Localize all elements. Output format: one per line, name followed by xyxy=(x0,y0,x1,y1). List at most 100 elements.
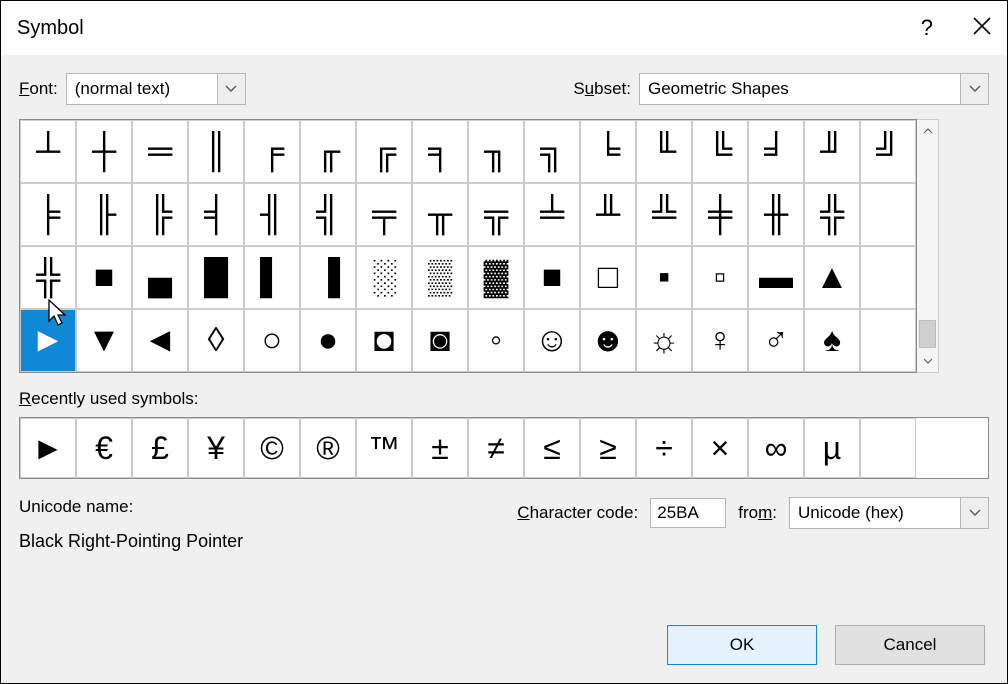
symbol-cell[interactable]: ░ xyxy=(356,246,412,309)
symbol-cell[interactable]: ■ xyxy=(76,246,132,309)
recent-cell[interactable]: ® xyxy=(300,418,356,478)
symbol-cell[interactable]: ╤ xyxy=(356,183,412,246)
symbol-cell[interactable]: ▫ xyxy=(692,246,748,309)
recent-cell[interactable]: ™ xyxy=(356,418,412,478)
scroll-up-icon[interactable] xyxy=(917,120,938,142)
recent-cell[interactable]: ÷ xyxy=(636,418,692,478)
recent-cell[interactable]: ≤ xyxy=(524,418,580,478)
recent-grid[interactable]: ►€£¥©®™±≠≤≥÷×∞µ xyxy=(19,417,989,479)
symbol-cell[interactable]: ▼ xyxy=(76,309,132,372)
symbol-cell[interactable]: ╛ xyxy=(748,120,804,183)
symbol-cell[interactable]: ╠ xyxy=(132,183,188,246)
subset-combo-arrow[interactable] xyxy=(960,74,988,104)
recent-cell[interactable]: ± xyxy=(412,418,468,478)
recent-cell[interactable]: £ xyxy=(132,418,188,478)
font-combo[interactable]: (normal text) xyxy=(66,73,246,105)
symbol-cell[interactable]: □ xyxy=(580,246,636,309)
symbol-cell[interactable]: ■ xyxy=(524,246,580,309)
symbol-cell[interactable]: ▄ xyxy=(132,246,188,309)
symbol-cell[interactable] xyxy=(860,309,916,372)
recent-cell[interactable]: µ xyxy=(804,418,860,478)
help-button[interactable]: ? xyxy=(921,15,933,41)
symbol-cell[interactable]: ╝ xyxy=(860,120,916,183)
symbol-cell[interactable] xyxy=(860,183,916,246)
symbol-cell[interactable]: ╚ xyxy=(692,120,748,183)
scroll-track[interactable] xyxy=(917,142,938,350)
symbol-cell[interactable]: ▬ xyxy=(748,246,804,309)
recent-cell[interactable] xyxy=(860,418,916,478)
close-button[interactable] xyxy=(973,15,991,41)
symbol-cell[interactable]: ║ xyxy=(188,120,244,183)
subset-combo[interactable]: Geometric Shapes xyxy=(639,73,989,105)
symbol-cell[interactable]: ☻ xyxy=(580,309,636,372)
symbol-cell[interactable]: ╦ xyxy=(468,183,524,246)
symbol-cell[interactable]: ┴ xyxy=(20,120,76,183)
symbol-cell[interactable]: ╬ xyxy=(804,183,860,246)
recent-cell[interactable]: ≥ xyxy=(580,418,636,478)
symbol-cell[interactable]: ╣ xyxy=(300,183,356,246)
recent-cell[interactable]: © xyxy=(244,418,300,478)
symbol-cell[interactable]: ► xyxy=(20,309,76,372)
symbol-cell[interactable]: ╕ xyxy=(412,120,468,183)
symbol-cell[interactable]: ▲ xyxy=(804,246,860,309)
ok-button[interactable]: OK xyxy=(667,625,817,665)
symbol-cell[interactable]: ♠ xyxy=(804,309,860,372)
symbol-cell[interactable] xyxy=(860,246,916,309)
symbol-cell[interactable]: ╓ xyxy=(300,120,356,183)
symbol-cell[interactable]: ▒ xyxy=(412,246,468,309)
symbol-cell[interactable]: ╔ xyxy=(356,120,412,183)
from-label: from: xyxy=(738,503,777,523)
symbol-cell[interactable]: ╘ xyxy=(580,120,636,183)
symbol-cell[interactable]: █ xyxy=(188,246,244,309)
symbol-cell[interactable]: ▪ xyxy=(636,246,692,309)
symbol-cell[interactable]: ╜ xyxy=(804,120,860,183)
scroll-thumb[interactable] xyxy=(919,320,936,348)
symbol-cell[interactable]: ▐ xyxy=(300,246,356,309)
symbol-cell[interactable]: ╙ xyxy=(636,120,692,183)
symbol-cell[interactable]: ○ xyxy=(244,309,300,372)
recently-used-label: Recently used symbols: xyxy=(19,389,989,409)
symbol-cell[interactable]: ┼ xyxy=(76,120,132,183)
symbol-cell[interactable]: ◙ xyxy=(412,309,468,372)
symbol-cell[interactable]: ╬ xyxy=(20,246,76,309)
symbol-cell[interactable]: ╖ xyxy=(468,120,524,183)
scrollbar[interactable] xyxy=(917,119,939,373)
symbol-cell[interactable]: ♂ xyxy=(748,309,804,372)
symbol-cell[interactable]: ● xyxy=(300,309,356,372)
charcode-input[interactable] xyxy=(650,498,726,528)
symbol-cell[interactable]: ╢ xyxy=(244,183,300,246)
symbol-cell[interactable]: ╥ xyxy=(412,183,468,246)
symbol-cell[interactable]: ▓ xyxy=(468,246,524,309)
symbol-cell[interactable]: ╪ xyxy=(692,183,748,246)
from-combo-arrow[interactable] xyxy=(960,498,988,528)
font-combo-arrow[interactable] xyxy=(217,74,245,104)
recent-cell[interactable]: ≠ xyxy=(468,418,524,478)
symbol-cell[interactable]: ◄ xyxy=(132,309,188,372)
symbol-cell[interactable]: ╨ xyxy=(580,183,636,246)
symbol-cell[interactable]: ♀ xyxy=(692,309,748,372)
symbol-cell[interactable]: ◊ xyxy=(188,309,244,372)
recent-cell[interactable]: ∞ xyxy=(748,418,804,478)
symbol-cell[interactable]: ╡ xyxy=(188,183,244,246)
recent-cell[interactable]: ¥ xyxy=(188,418,244,478)
symbol-cell[interactable]: ╩ xyxy=(636,183,692,246)
from-combo[interactable]: Unicode (hex) xyxy=(789,497,989,529)
symbol-cell[interactable]: ╧ xyxy=(524,183,580,246)
symbol-cell[interactable]: ╫ xyxy=(748,183,804,246)
recent-cell[interactable]: € xyxy=(76,418,132,478)
symbol-cell[interactable]: ═ xyxy=(132,120,188,183)
symbol-cell[interactable]: ╞ xyxy=(20,183,76,246)
symbol-cell[interactable]: ☺ xyxy=(524,309,580,372)
symbol-cell[interactable]: ☼ xyxy=(636,309,692,372)
symbol-cell[interactable]: ◘ xyxy=(356,309,412,372)
symbol-cell[interactable]: ╒ xyxy=(244,120,300,183)
recent-cell[interactable]: ► xyxy=(20,418,76,478)
symbol-cell[interactable]: ╗ xyxy=(524,120,580,183)
symbol-cell[interactable]: ╟ xyxy=(76,183,132,246)
scroll-down-icon[interactable] xyxy=(917,350,938,372)
symbol-grid[interactable]: ┴┼═║╒╓╔╕╖╗╘╙╚╛╜╝╞╟╠╡╢╣╤╥╦╧╨╩╪╫╬ ╬■▄█▌▐░▒… xyxy=(19,119,917,373)
recent-cell[interactable]: × xyxy=(692,418,748,478)
symbol-cell[interactable]: ▌ xyxy=(244,246,300,309)
cancel-button[interactable]: Cancel xyxy=(835,625,985,665)
symbol-cell[interactable]: ◦ xyxy=(468,309,524,372)
